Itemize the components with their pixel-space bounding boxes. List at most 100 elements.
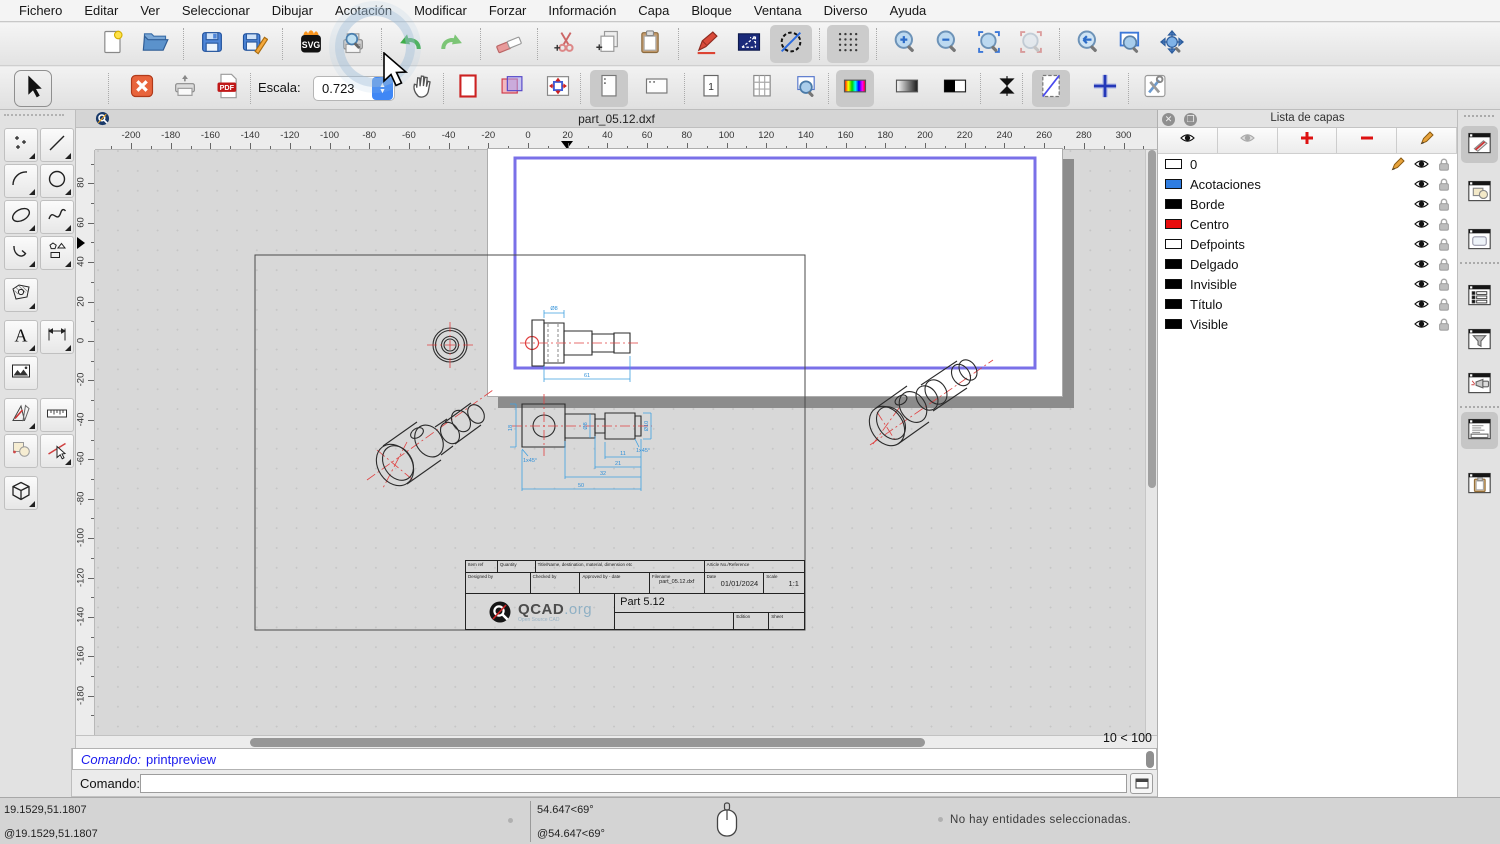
layer-color-swatch[interactable] — [1165, 219, 1182, 229]
horizontal-scrollbar[interactable] — [76, 735, 1157, 748]
misc-draw-tool-button[interactable] — [4, 398, 38, 432]
layer-visibility-eye-icon[interactable] — [1413, 257, 1430, 271]
zoom-selection-button[interactable] — [1010, 25, 1052, 63]
panel-close-icon[interactable]: ✕ — [1162, 113, 1175, 126]
dimension-tool-button[interactable] — [40, 320, 74, 354]
dock-views-button[interactable] — [1461, 222, 1498, 259]
menu-informacion[interactable]: Información — [537, 3, 627, 18]
line-tool-button[interactable] — [40, 128, 74, 162]
new-file-button[interactable] — [92, 25, 134, 63]
menu-seleccionar[interactable]: Seleccionar — [171, 3, 261, 18]
layer-row-centro[interactable]: Centro — [1158, 214, 1457, 234]
snap-tool-button[interactable] — [40, 434, 74, 468]
layer-color-swatch[interactable] — [1165, 279, 1182, 289]
dock-properties-button[interactable] — [1461, 278, 1498, 315]
menu-ver[interactable]: Ver — [129, 3, 171, 18]
menu-acotacion[interactable]: Acotación — [324, 3, 403, 18]
color-bar-button[interactable] — [836, 70, 874, 107]
close-x-button[interactable] — [123, 70, 161, 107]
hatch-tool-button[interactable] — [4, 278, 38, 312]
layer-row-borde[interactable]: Borde — [1158, 194, 1457, 214]
wrench-tools-button[interactable] — [1136, 70, 1174, 107]
layer-row-invisible[interactable]: Invisible — [1158, 274, 1457, 294]
layer-row-acotaciones[interactable]: Acotaciones — [1158, 174, 1457, 194]
zoom-window-button[interactable] — [1109, 25, 1151, 63]
layer-visibility-eye-icon[interactable] — [1413, 317, 1430, 331]
layer-visibility-eye-icon[interactable] — [1413, 217, 1430, 231]
portrait-page-button[interactable] — [590, 70, 628, 107]
layer-color-swatch[interactable] — [1165, 299, 1182, 309]
single-page-button[interactable]: 1 — [692, 70, 730, 107]
pan-zoom-button[interactable] — [1151, 25, 1193, 63]
menu-bloque[interactable]: Bloque — [680, 3, 742, 18]
layer-color-swatch[interactable] — [1165, 179, 1182, 189]
zoom-page-button[interactable] — [787, 70, 825, 107]
save-button[interactable] — [191, 25, 233, 63]
minus-red-button[interactable] — [1337, 128, 1397, 153]
crop-marks-button[interactable] — [988, 70, 1026, 107]
dock-layers-button[interactable] — [1461, 126, 1498, 163]
menu-editar[interactable]: Editar — [73, 3, 129, 18]
vertical-scrollbar-thumb[interactable] — [1148, 150, 1156, 488]
panel-detach-icon[interactable]: ❐ — [1184, 113, 1197, 126]
layer-color-swatch[interactable] — [1165, 159, 1182, 169]
save-as-button[interactable] — [233, 25, 275, 63]
pointer-arrow-button[interactable] — [14, 70, 52, 107]
zoom-in-button[interactable] — [884, 25, 926, 63]
layer-row-delgado[interactable]: Delgado — [1158, 254, 1457, 274]
layer-lock-icon[interactable] — [1437, 297, 1451, 312]
print-preview-button[interactable] — [332, 25, 374, 63]
points-tool-button[interactable] — [4, 128, 38, 162]
layer-lock-icon[interactable] — [1437, 177, 1451, 192]
circle-slash-button[interactable] — [770, 25, 812, 63]
layer-row-0[interactable]: 0 — [1158, 154, 1457, 174]
dock-cmdline-button[interactable] — [1461, 412, 1498, 449]
plus-red-button[interactable] — [1278, 128, 1338, 153]
layer-lock-icon[interactable] — [1437, 257, 1451, 272]
layer-color-swatch[interactable] — [1165, 319, 1182, 329]
measure-tool-button[interactable] — [40, 398, 74, 432]
layer-visibility-eye-icon[interactable] — [1413, 297, 1430, 311]
paper-border-button[interactable] — [449, 70, 487, 107]
layer-color-swatch[interactable] — [1165, 259, 1182, 269]
pdf-export-button[interactable]: PDF — [209, 70, 247, 107]
diagonal-page-button[interactable] — [1032, 70, 1070, 107]
history-scrollbar-thumb[interactable] — [1146, 751, 1154, 768]
menu-modificar[interactable]: Modificar — [403, 3, 478, 18]
layer-lock-icon[interactable] — [1437, 237, 1451, 252]
svg-export-button[interactable]: SVG — [290, 25, 332, 63]
ellipse-tool-button[interactable] — [4, 200, 38, 234]
multi-page-button[interactable] — [743, 70, 781, 107]
undo-button[interactable] — [389, 25, 431, 63]
layer-color-swatch[interactable] — [1165, 239, 1182, 249]
layer-lock-icon[interactable] — [1437, 217, 1451, 232]
document-tab-title[interactable]: part_05.12.dxf — [76, 112, 1157, 126]
layer-row-defpoints[interactable]: Defpoints — [1158, 234, 1457, 254]
auto-fit-button[interactable] — [539, 70, 577, 107]
dock-clipboard-button[interactable] — [1461, 466, 1498, 503]
solid-tool-button[interactable] — [4, 476, 38, 510]
scale-combo[interactable]: 0.723 ▲▼ — [313, 76, 395, 101]
drawing-canvas[interactable]: Ø8 61 18 1x45° Ø8 Ø10 1x45° 11 — [95, 150, 1157, 735]
command-window-button[interactable] — [1130, 773, 1153, 794]
layer-visibility-eye-icon[interactable] — [1413, 197, 1430, 211]
layer-visibility-eye-icon[interactable] — [1413, 157, 1430, 171]
horizontal-scrollbar-thumb[interactable] — [250, 738, 925, 747]
layer-lock-icon[interactable] — [1437, 317, 1451, 332]
eraser-button[interactable] — [488, 25, 530, 63]
layer-lock-icon[interactable] — [1437, 157, 1451, 172]
vertical-scrollbar[interactable] — [1145, 150, 1157, 735]
command-input[interactable] — [140, 774, 1127, 793]
paste-button[interactable] — [629, 25, 671, 63]
text-tool-button[interactable]: A — [4, 320, 38, 354]
pan-hand-button[interactable] — [403, 70, 441, 107]
landscape-page-button[interactable] — [638, 70, 676, 107]
palette-handle[interactable] — [4, 114, 64, 118]
arc-tool-button[interactable] — [4, 164, 38, 198]
layer-row-visible[interactable]: Visible — [1158, 314, 1457, 334]
copy-button[interactable] — [587, 25, 629, 63]
layer-visibility-eye-icon[interactable] — [1413, 277, 1430, 291]
layer-visibility-eye-icon[interactable] — [1413, 177, 1430, 191]
margins-button[interactable] — [493, 70, 531, 107]
menu-ayuda[interactable]: Ayuda — [879, 3, 938, 18]
